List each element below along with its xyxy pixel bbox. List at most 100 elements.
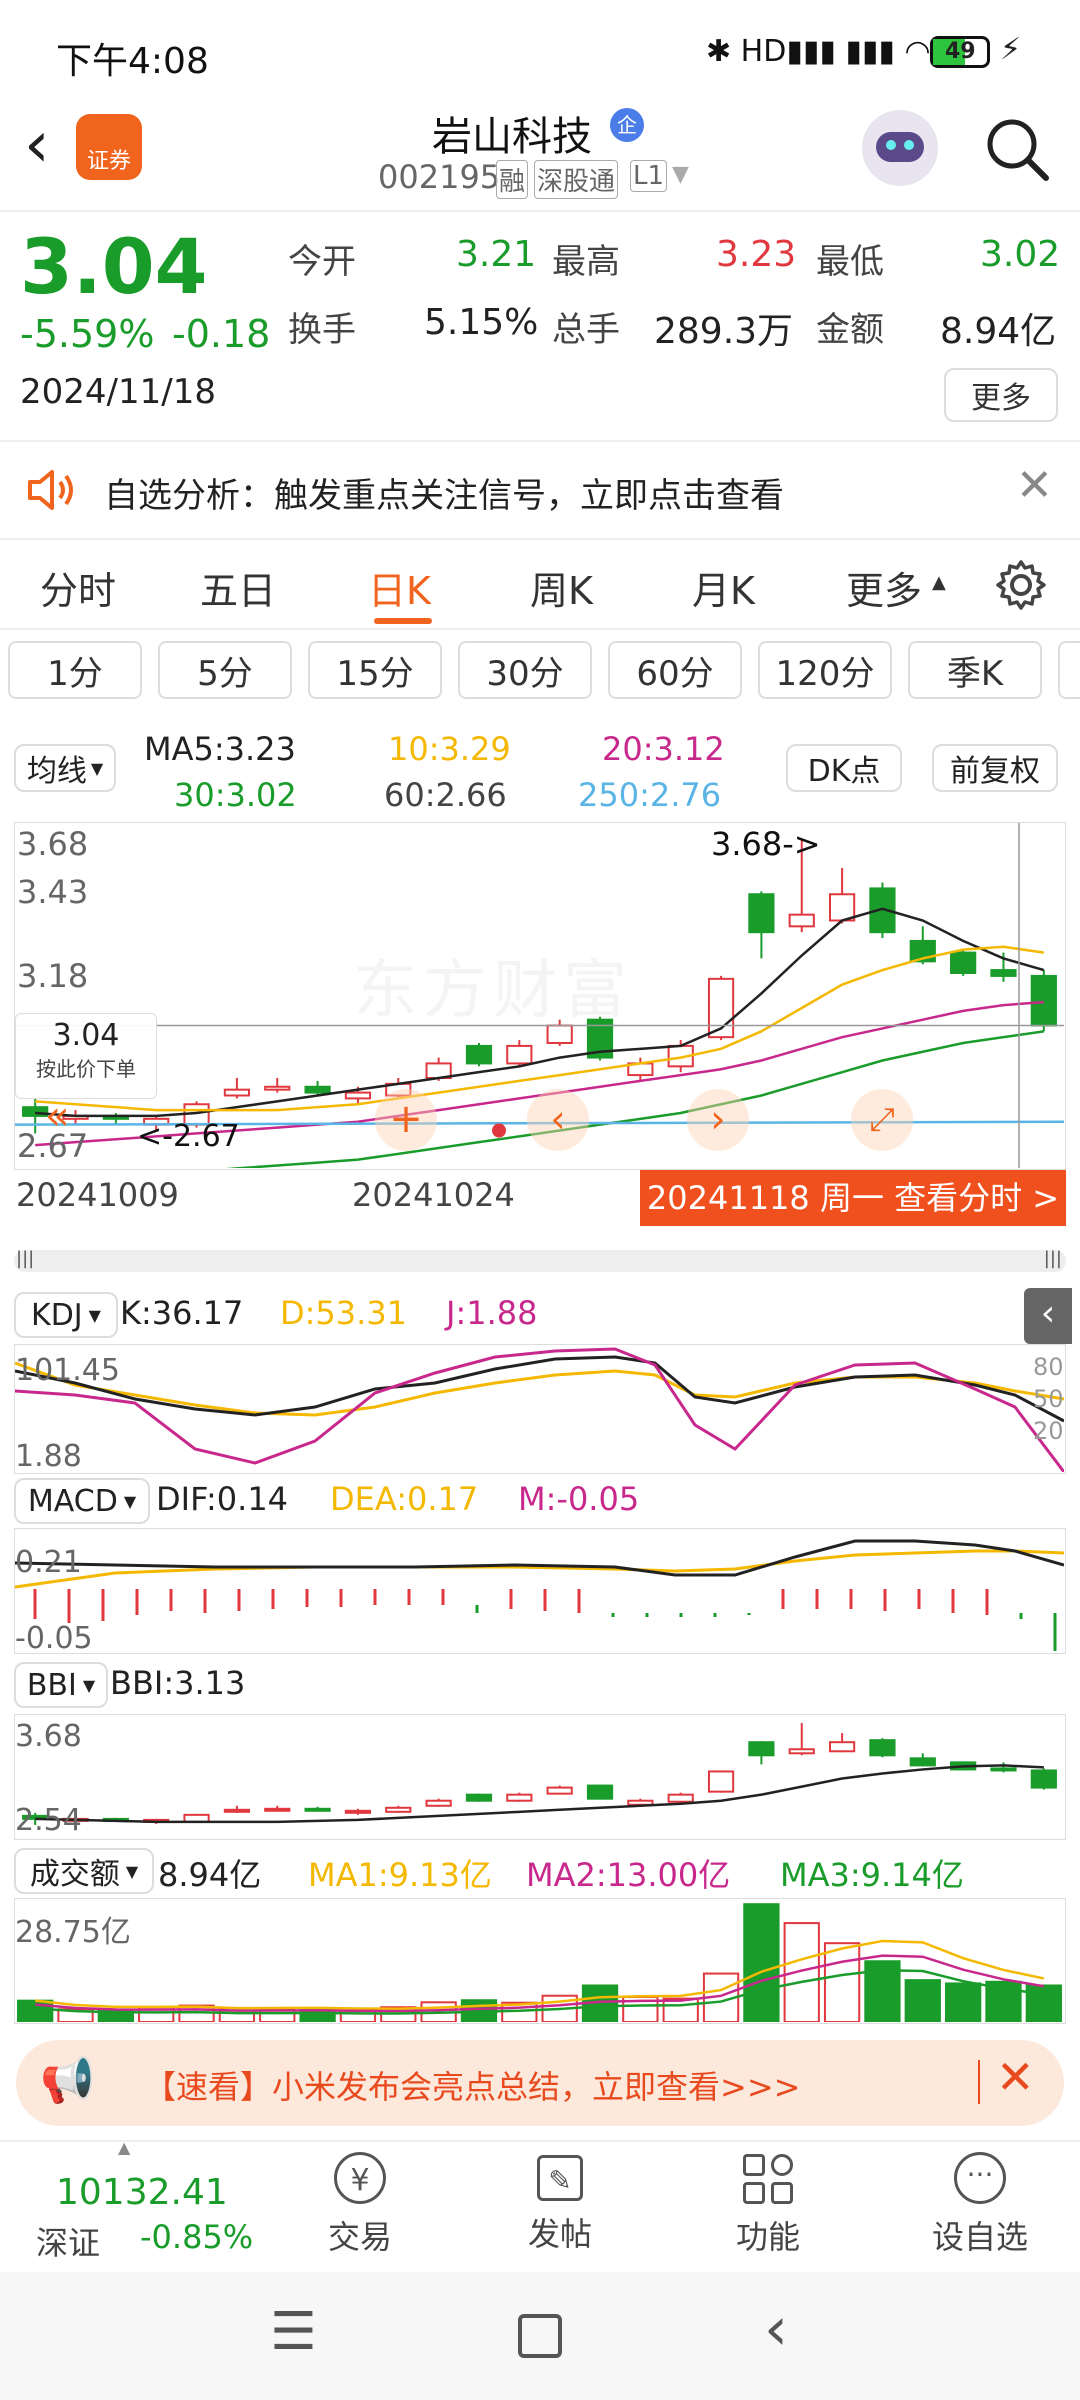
menu-icon[interactable]: ☰ [270,2302,317,2362]
kdj-level-20: 20 [1033,1417,1064,1445]
search-icon[interactable] [982,114,1052,184]
adjust-button[interactable]: 前复权 [932,744,1058,792]
notice-text: 自选分析：触发重点关注信号，立即点击查看 [104,476,784,516]
stock-code: 002195 [378,158,501,196]
price-axis-mid2: 3.18 [17,957,89,995]
signal-icon: ✱ HD▮▮▮ ▮▮▮ ◠ [706,34,931,69]
volume-value: 289.3万 [654,311,794,352]
home-icon[interactable] [518,2314,562,2358]
dropdown-icon[interactable]: ▼ [672,162,689,187]
macd-legend: MACD ▼ DIF:0.14 DEA:0.17 M:-0.05 [0,1474,1080,1524]
macd-selector[interactable]: MACD ▼ [14,1478,150,1524]
macd-chart[interactable]: 0.21 -0.05 [14,1528,1066,1656]
ma-selector[interactable]: 均线 ▼ [14,744,116,792]
kline-candle [990,969,1017,977]
ma20-value: 20:3.12 [602,730,725,768]
period-tabs: 分时 五日 日K 周K 月K 更多 ▲ [0,538,1080,630]
nav-add-watchlist[interactable]: ··· 设自选 [920,2152,1040,2258]
change-amount: -0.18 [172,312,271,356]
bbi-candle [788,1748,815,1755]
kdj-j: J:1.88 [446,1294,538,1332]
timeframe-partial[interactable] [1058,641,1080,699]
ma5-value: MA5:3.23 [144,730,296,768]
bbi-chart[interactable]: 3.68 2.54 [14,1714,1066,1840]
scroll-left-icon[interactable]: « [45,1093,69,1139]
tab-five-day[interactable]: 五日 [200,560,276,615]
promo-banner[interactable]: 📢 【速看】小米发布会亮点总结，立即查看>>> ✕ [16,2040,1064,2126]
bbi-candle [667,1793,694,1803]
price-axis-top: 3.68 [17,825,89,863]
expand-icon[interactable]: ⤢ [851,1089,913,1151]
bbi-candle [909,1757,936,1767]
timeframe-1min[interactable]: 1分 [8,641,142,699]
timeframe-quarter-k[interactable]: 季K [908,641,1042,699]
date-left: 20241009 [16,1176,179,1214]
view-intraday-label: 20241118 周一 查看分时 > [646,1179,1060,1217]
ma30-value: 30:3.02 [174,776,297,814]
notice-bar[interactable]: 自选分析：触发重点关注信号，立即点击查看 ✕ [0,440,1080,540]
nav-functions[interactable]: 功能 [718,2152,818,2258]
kdj-chart[interactable]: 101.45 1.88 80 50 20 [14,1344,1066,1474]
macd-dif: DIF:0.14 [156,1480,289,1518]
high-marker: 3.68-> [711,825,821,863]
bbi-candle [304,1807,331,1812]
add-watchlist-label: 设自选 [931,2218,1028,2256]
more-button[interactable]: 更多 [944,368,1058,422]
bbi-selector[interactable]: BBI ▼ [14,1662,108,1708]
bbi-candle [1030,1769,1057,1789]
volume-chart[interactable]: 28.75亿 [14,1898,1066,2024]
bottom-nav: ▲ 10132.41 深证 -0.85% ¥ 交易 ✎ 发帖 功能 ··· 设自… [0,2138,1080,2272]
kline-chart[interactable]: 东方财富 3.68 3.43 3.18 2.67 3.68-> <-2.67 3… [14,822,1066,1170]
timeframe-15min[interactable]: 15分 [308,641,442,699]
kdj-selector[interactable]: KDJ ▼ [14,1292,118,1338]
view-intraday-banner[interactable]: 20241118 周一 查看分时 > [640,1170,1066,1226]
close-icon[interactable]: ✕ [1016,460,1053,511]
robot-avatar[interactable] [862,110,938,186]
volume-top: 28.75亿 [15,1915,131,1950]
promo-close-icon[interactable]: ✕ [996,2050,1035,2104]
volume-legend: 成交额 ▼ 8.94亿 MA1:9.13亿 MA2:13.00亿 MA3:9.14… [0,1846,1080,1896]
kline-candle [950,951,977,974]
move-left-icon[interactable]: ‹ [527,1089,589,1151]
settings-gear-icon[interactable] [994,558,1048,612]
zoom-in-icon[interactable]: + [375,1089,437,1151]
tab-weekly-k[interactable]: 周K [530,560,593,615]
brand-logo[interactable]: 证券 [76,114,142,180]
nav-post[interactable]: ✎ 发帖 [510,2152,610,2255]
price-axis-mid1: 3.43 [17,873,89,911]
volume-bar [904,1979,941,2022]
nav-trade[interactable]: ¥ 交易 [310,2152,410,2258]
header: ‹ 证券 岩山科技 企 002195 融 深股通 L1 ▼ [0,100,1080,212]
kline-candle [465,1044,493,1065]
bbi-candle [264,1807,291,1812]
amount-label: 金额 [816,310,884,350]
brand-label: 证券 [86,149,131,174]
dk-point-button[interactable]: DK点 [786,744,902,792]
side-collapse-icon[interactable]: ‹ [1024,1288,1072,1344]
cursor-price-box[interactable]: 3.04 按此价下单 [15,1013,157,1099]
scroll-handle-right[interactable]: ||| [1044,1248,1062,1269]
dk-label: DK点 [807,754,881,789]
timeframe-5min[interactable]: 5分 [158,641,292,699]
tab-daily-k[interactable]: 日K [368,560,431,615]
chart-scrollbar[interactable]: ||| ||| [14,1248,1066,1272]
volume-selector[interactable]: 成交额 ▼ [14,1848,154,1894]
tab-intraday[interactable]: 分时 [40,560,116,615]
back-icon[interactable]: ‹ [24,108,50,182]
tab-monthly-k[interactable]: 月K [692,560,755,615]
index-name: 深证 [36,2224,101,2262]
timeframe-30min[interactable]: 30分 [458,641,592,699]
ma250-value: 250:2.76 [578,776,722,814]
back-nav-icon[interactable]: ‹ [764,2294,788,2364]
signal-dot [492,1123,506,1138]
ma5-line [35,907,1045,1118]
volume-bar [743,1903,780,2022]
enterprise-badge: 企 [610,108,644,142]
timeframe-60min[interactable]: 60分 [608,641,742,699]
battery-icon: 49 [930,36,990,68]
move-right-icon[interactable]: › [687,1089,749,1151]
bbi-value: BBI:3.13 [110,1664,246,1702]
scroll-handle-left[interactable]: ||| [16,1248,34,1269]
timeframe-120min[interactable]: 120分 [758,641,892,699]
tab-more[interactable]: 更多 [846,560,922,615]
